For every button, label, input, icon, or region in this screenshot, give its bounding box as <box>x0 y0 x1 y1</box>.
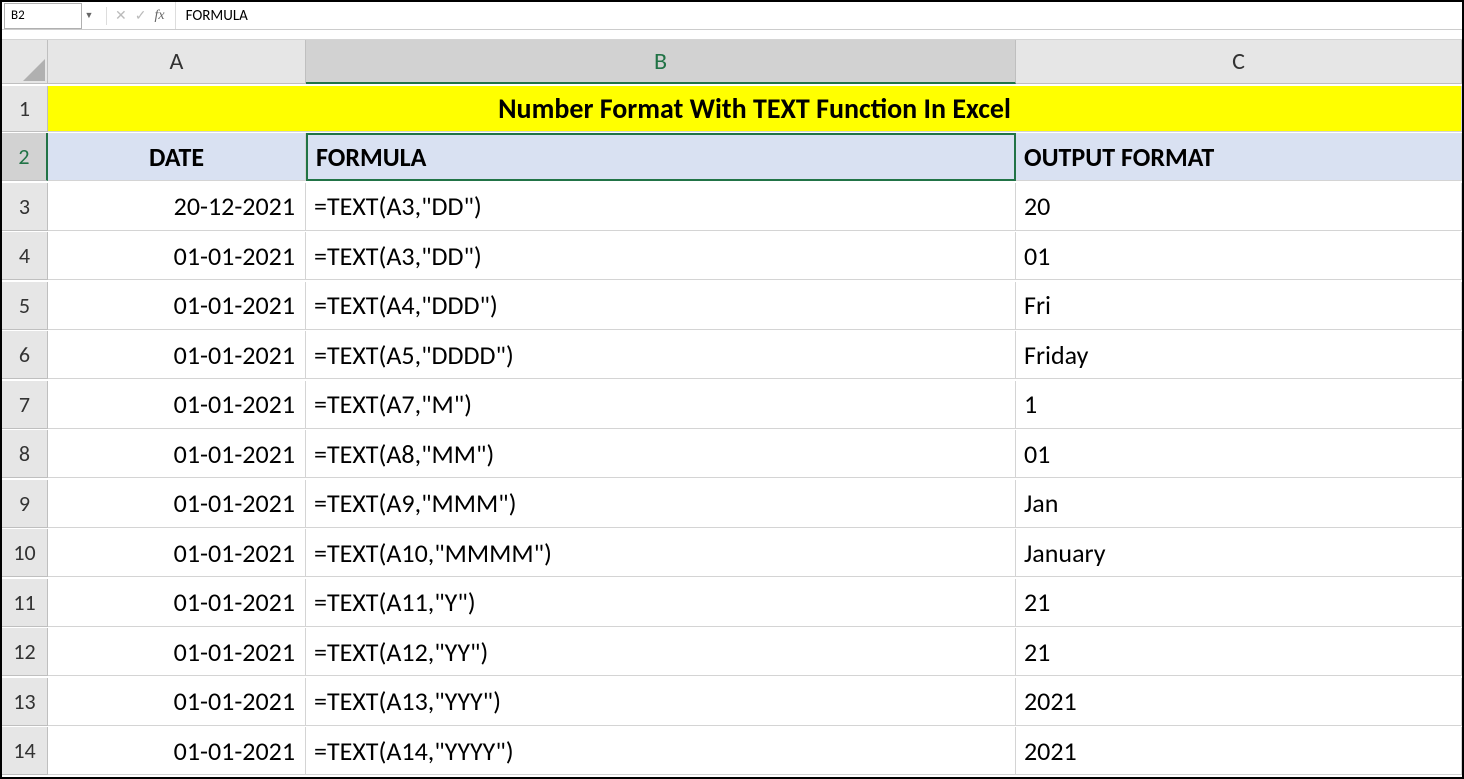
row-head-6[interactable]: 6 <box>2 331 48 379</box>
row-head-10[interactable]: 10 <box>2 529 48 577</box>
row-head-14[interactable]: 14 <box>2 727 48 775</box>
fx-icon[interactable]: fx <box>154 8 164 24</box>
cell-B7[interactable]: =TEXT(A7,"M") <box>306 381 1016 429</box>
cell-C7[interactable]: 1 <box>1016 381 1462 429</box>
cell-C9[interactable]: Jan <box>1016 480 1462 528</box>
divider <box>106 7 107 25</box>
cell-C14[interactable]: 2021 <box>1016 727 1462 775</box>
cell-C12[interactable]: 21 <box>1016 628 1462 676</box>
name-box[interactable]: B2 <box>4 3 82 29</box>
cell-B10[interactable]: =TEXT(A10,"MMMM") <box>306 529 1016 577</box>
row-head-4[interactable]: 4 <box>2 232 48 280</box>
col-head-C[interactable]: C <box>1016 40 1462 84</box>
cancel-icon[interactable]: ✕ <box>115 7 127 24</box>
ribbon-strip <box>2 30 1462 40</box>
cell-A6[interactable]: 01-01-2021 <box>48 331 306 379</box>
col-head-A[interactable]: A <box>48 40 306 84</box>
col-head-B[interactable]: B <box>306 40 1016 84</box>
cell-A13[interactable]: 01-01-2021 <box>48 678 306 726</box>
cell-C11[interactable]: 21 <box>1016 579 1462 627</box>
cell-A5[interactable]: 01-01-2021 <box>48 282 306 330</box>
row-head-12[interactable]: 12 <box>2 628 48 676</box>
row-head-7[interactable]: 7 <box>2 381 48 429</box>
cell-A14[interactable]: 01-01-2021 <box>48 727 306 775</box>
formula-bar: B2 ▼ ✕ ✓ fx FORMULA <box>2 2 1462 30</box>
cell-C13[interactable]: 2021 <box>1016 678 1462 726</box>
cell-A9[interactable]: 01-01-2021 <box>48 480 306 528</box>
formula-input-value: FORMULA <box>186 7 248 25</box>
cell-A12[interactable]: 01-01-2021 <box>48 628 306 676</box>
cell-A8[interactable]: 01-01-2021 <box>48 430 306 478</box>
cell-C3[interactable]: 20 <box>1016 183 1462 231</box>
cell-C2[interactable]: OUTPUT FORMAT <box>1016 133 1462 181</box>
cell-B14[interactable]: =TEXT(A14,"YYYY") <box>306 727 1016 775</box>
formula-bar-tools: ✕ ✓ fx <box>96 7 175 25</box>
cell-A2[interactable]: DATE <box>48 133 306 181</box>
cell-C4[interactable]: 01 <box>1016 232 1462 280</box>
row-head-8[interactable]: 8 <box>2 430 48 478</box>
row-head-5[interactable]: 5 <box>2 282 48 330</box>
row-head-11[interactable]: 11 <box>2 579 48 627</box>
cell-B11[interactable]: =TEXT(A11,"Y") <box>306 579 1016 627</box>
cell-C6[interactable]: Friday <box>1016 331 1462 379</box>
cell-B8[interactable]: =TEXT(A8,"MM") <box>306 430 1016 478</box>
cell-B4[interactable]: =TEXT(A3,"DD") <box>306 232 1016 280</box>
row-head-9[interactable]: 9 <box>2 480 48 528</box>
row-head-1[interactable]: 1 <box>2 86 48 132</box>
spreadsheet-grid: A B C 1 Number Format With TEXT Function… <box>2 40 1462 777</box>
cell-A4[interactable]: 01-01-2021 <box>48 232 306 280</box>
cell-A3[interactable]: 20-12-2021 <box>48 183 306 231</box>
name-box-dropdown-icon[interactable]: ▼ <box>82 10 96 21</box>
formula-input[interactable]: FORMULA <box>175 2 1462 29</box>
accept-icon[interactable]: ✓ <box>135 7 147 24</box>
name-box-value: B2 <box>11 8 25 23</box>
row-head-2[interactable]: 2 <box>2 133 48 181</box>
cell-B2[interactable]: FORMULA <box>306 133 1016 181</box>
cell-A7[interactable]: 01-01-2021 <box>48 381 306 429</box>
excel-window: B2 ▼ ✕ ✓ fx FORMULA A B C 1 Number Forma… <box>0 0 1464 779</box>
select-all-corner[interactable] <box>2 40 48 84</box>
cell-B5[interactable]: =TEXT(A4,"DDD") <box>306 282 1016 330</box>
cell-C10[interactable]: January <box>1016 529 1462 577</box>
cell-C8[interactable]: 01 <box>1016 430 1462 478</box>
cell-C5[interactable]: Fri <box>1016 282 1462 330</box>
cell-B6[interactable]: =TEXT(A5,"DDDD") <box>306 331 1016 379</box>
row-head-13[interactable]: 13 <box>2 678 48 726</box>
cell-B9[interactable]: =TEXT(A9,"MMM") <box>306 480 1016 528</box>
row-head-3[interactable]: 3 <box>2 183 48 231</box>
cell-A10[interactable]: 01-01-2021 <box>48 529 306 577</box>
cell-B12[interactable]: =TEXT(A12,"YY") <box>306 628 1016 676</box>
title-cell[interactable]: Number Format With TEXT Function In Exce… <box>48 86 1462 132</box>
cell-B13[interactable]: =TEXT(A13,"YYY") <box>306 678 1016 726</box>
cell-B3[interactable]: =TEXT(A3,"DD") <box>306 183 1016 231</box>
cell-A11[interactable]: 01-01-2021 <box>48 579 306 627</box>
